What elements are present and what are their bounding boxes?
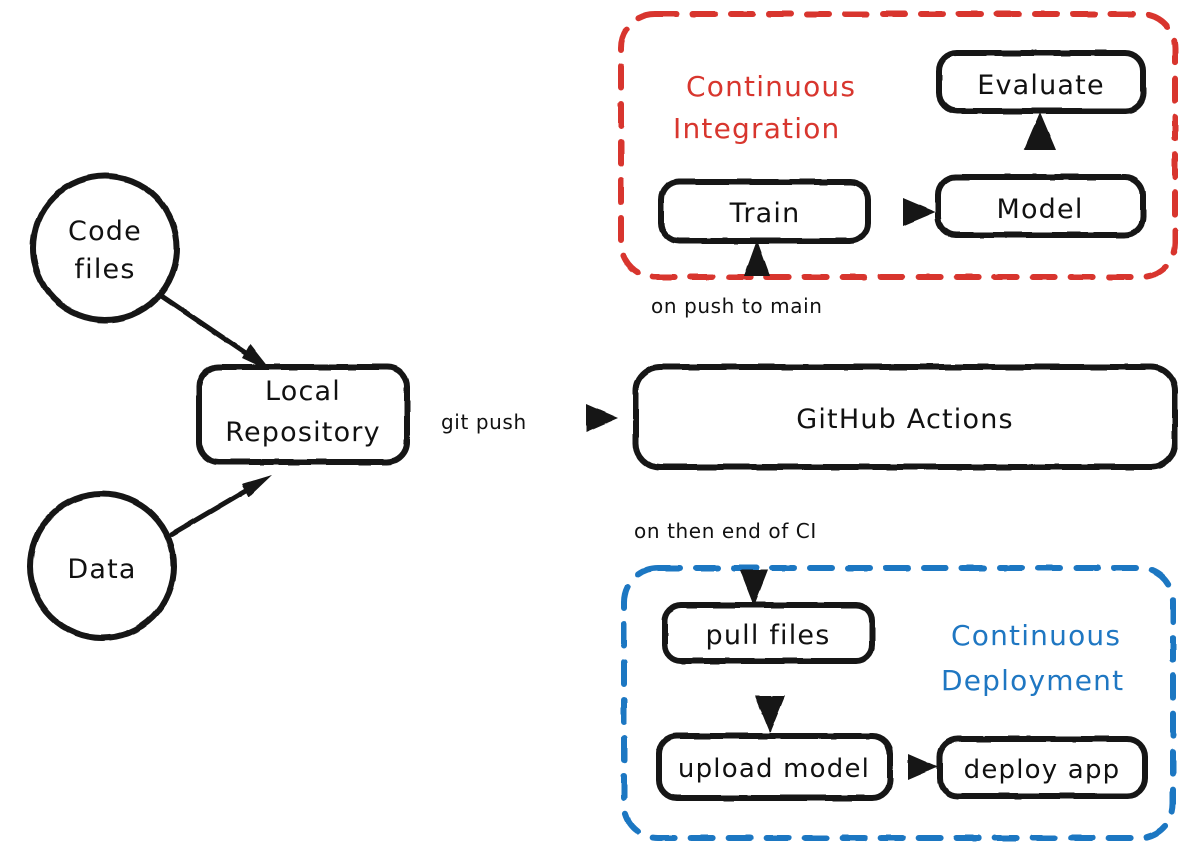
edge-local-repository-to-github-actions: git push <box>411 404 618 434</box>
edge-github-actions-to-train: on push to main <box>651 240 823 366</box>
github-actions-label: GitHub Actions <box>796 404 1014 435</box>
train-label: Train <box>729 198 801 229</box>
local-repository-label-line2: Repository <box>225 417 381 448</box>
deploy-app-label: deploy app <box>964 755 1121 785</box>
continuous-deployment-label-line2: Deployment <box>941 664 1124 697</box>
continuous-deployment-label-line1: Continuous <box>951 619 1121 652</box>
continuous-integration-label-line2: Integration <box>673 112 841 145</box>
edge-upload-model-to-deploy-app <box>888 754 938 780</box>
local-repository-label-line1: Local <box>265 376 341 407</box>
node-upload-model[interactable]: upload model <box>656 733 893 801</box>
edge-label-on-then-end-of-ci: on then end of CI <box>634 519 817 543</box>
diagram-canvas: Continuous Integration Continuous Deploy… <box>0 0 1200 848</box>
node-github-actions[interactable]: GitHub Actions <box>633 364 1178 470</box>
node-data[interactable]: Data <box>27 491 177 641</box>
cicd-pipeline-diagram: Continuous Integration Continuous Deploy… <box>27 11 1178 841</box>
node-deploy-app[interactable]: deploy app <box>937 736 1148 799</box>
code-files-label-line2: files <box>74 254 135 285</box>
node-model[interactable]: Model <box>935 174 1146 238</box>
continuous-integration-label-line1: Continuous <box>686 70 856 103</box>
node-train[interactable]: Train <box>658 179 871 244</box>
pull-files-label: pull files <box>705 620 830 651</box>
node-code-files[interactable]: Code files <box>30 173 180 323</box>
code-files-circle[interactable] <box>30 173 180 323</box>
edge-label-on-push-to-main: on push to main <box>651 294 823 318</box>
edge-github-actions-to-pull-files: on then end of CI <box>634 465 817 606</box>
code-files-label-line1: Code <box>68 216 142 247</box>
evaluate-label: Evaluate <box>977 70 1105 101</box>
edge-train-to-model <box>866 198 936 226</box>
edge-pull-files-to-upload-model <box>755 658 785 733</box>
node-pull-files[interactable]: pull files <box>662 602 875 664</box>
model-label: Model <box>996 194 1083 225</box>
edge-model-to-evaluate <box>1024 112 1056 178</box>
edge-data-to-local-repository <box>169 475 272 537</box>
data-label: Data <box>67 554 136 585</box>
node-evaluate[interactable]: Evaluate <box>936 50 1146 114</box>
edge-code-files-to-local-repository <box>157 292 272 372</box>
node-local-repository[interactable]: Local Repository <box>196 364 410 465</box>
edge-label-git-push: git push <box>441 410 527 434</box>
upload-model-label: upload model <box>678 754 870 784</box>
